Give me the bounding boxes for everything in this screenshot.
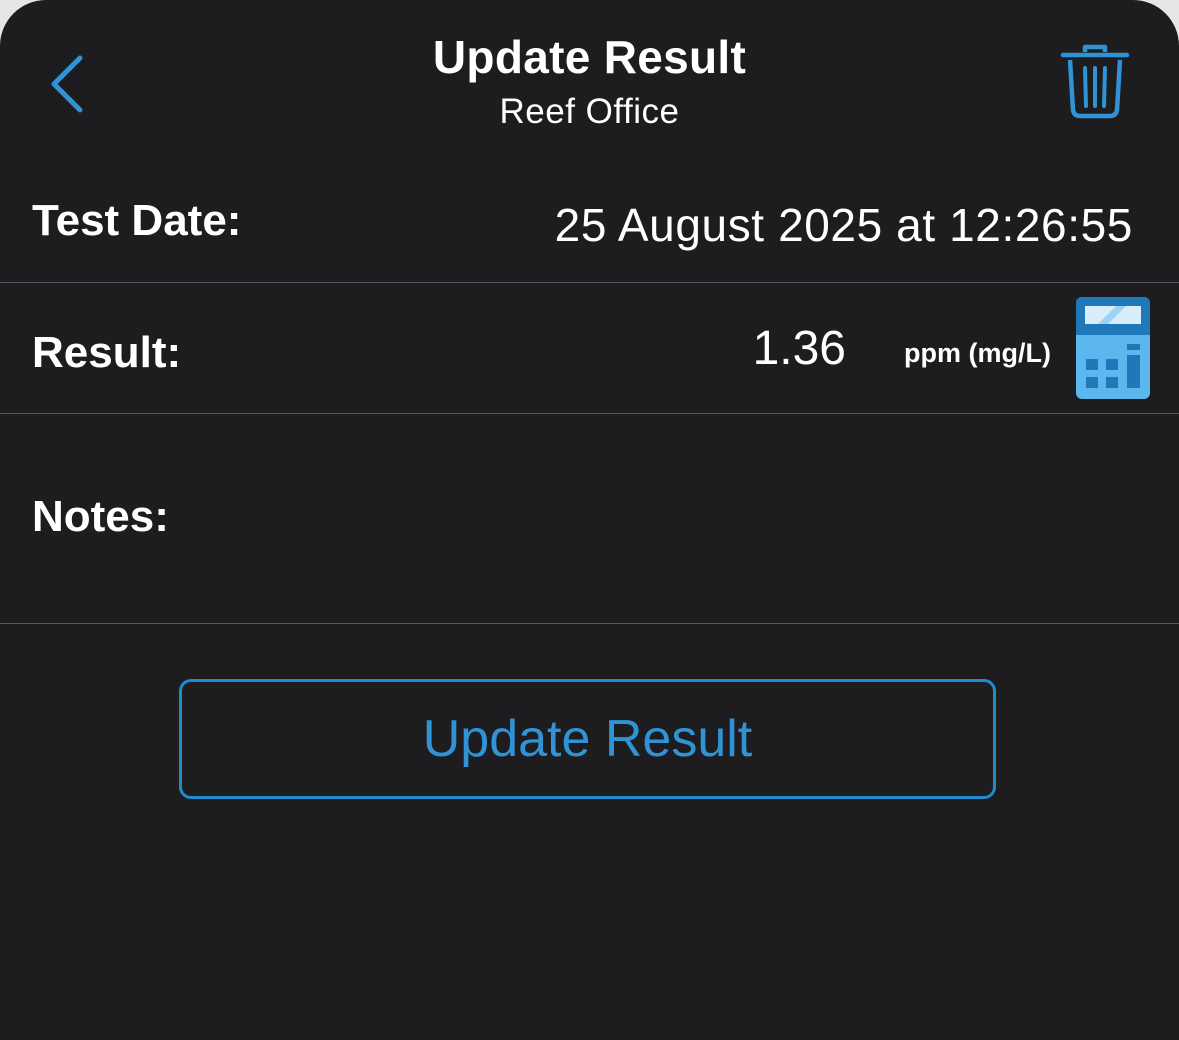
- calculator-icon: [1076, 297, 1150, 399]
- page-title: Update Result: [432, 31, 747, 83]
- test-date-row: Test Date: 25 August 2025 at 12:26:55: [0, 160, 1179, 283]
- update-result-sheet: Update Result Reef Office Test Date: 25 …: [0, 0, 1179, 1040]
- page-subtitle: Reef Office: [499, 92, 680, 131]
- result-label: Result:: [32, 328, 182, 377]
- nav-header: Update Result Reef Office: [0, 0, 1179, 150]
- trash-icon: [1060, 44, 1130, 119]
- result-unit: ppm (mg/L): [904, 338, 1051, 368]
- update-result-button[interactable]: Update Result: [179, 679, 996, 799]
- result-input[interactable]: 1.36: [753, 321, 846, 376]
- notes-input[interactable]: [220, 434, 1140, 604]
- result-row: Result: 1.36 ppm (mg/L): [0, 283, 1179, 414]
- notes-row: Notes:: [0, 414, 1179, 624]
- delete-button[interactable]: [1058, 42, 1132, 122]
- notes-label: Notes:: [32, 492, 169, 541]
- test-date-picker[interactable]: 25 August 2025 at 12:26:55: [555, 198, 1133, 252]
- calculator-button[interactable]: [1076, 297, 1150, 399]
- test-date-label: Test Date:: [32, 196, 242, 245]
